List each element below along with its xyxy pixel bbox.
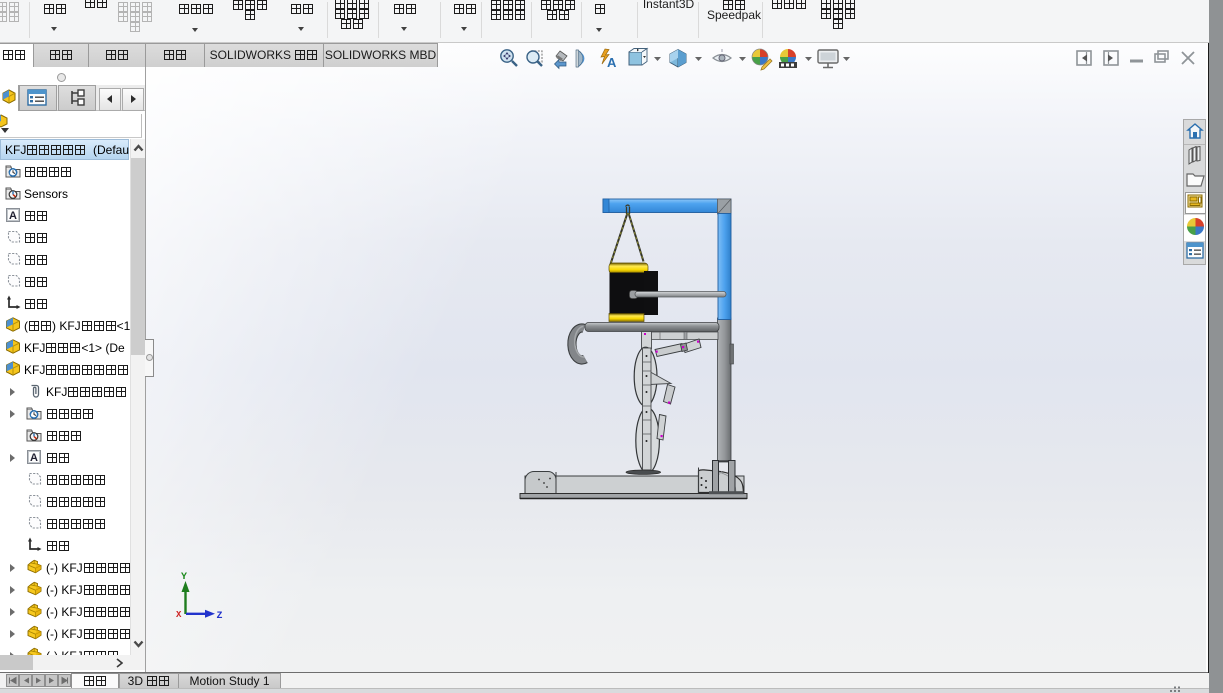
svg-text:Y: Y [181, 572, 187, 583]
svg-text:A: A [9, 210, 17, 222]
svg-text:Z: Z [217, 611, 223, 622]
svg-text:X: X [176, 610, 182, 620]
svg-text:A: A [607, 55, 617, 70]
svg-text:A: A [30, 452, 38, 464]
